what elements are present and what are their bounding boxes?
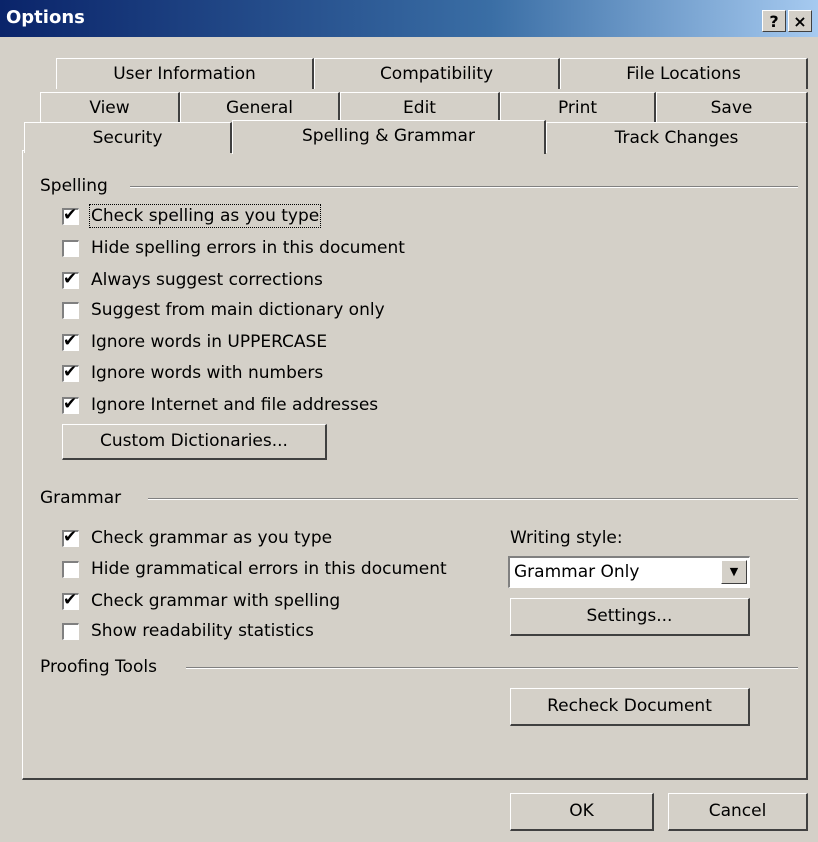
help-icon: ? bbox=[769, 12, 779, 31]
checkbox[interactable]: ✔ bbox=[62, 361, 79, 382]
tab-label: Spelling & Grammar bbox=[302, 126, 475, 146]
window-title: Options bbox=[6, 7, 85, 28]
option-label: Check spelling as you type bbox=[88, 204, 322, 228]
writing-style-label: Writing style: bbox=[510, 528, 623, 548]
checkbox[interactable] bbox=[62, 239, 79, 257]
option-label: Hide spelling errors in this document bbox=[91, 238, 405, 258]
option-label: Check grammar as you type bbox=[91, 528, 333, 548]
tab-label: Compatibility bbox=[379, 64, 494, 84]
grammar-group-label: Grammar bbox=[40, 488, 130, 508]
option-ignore-uppercase[interactable]: ✔ Ignore words in UPPERCASE bbox=[62, 330, 327, 354]
tab-label: View bbox=[89, 98, 130, 118]
check-mark-icon: ✔ bbox=[63, 393, 78, 414]
option-ignore-internet-file-addresses[interactable]: ✔ Ignore Internet and file addresses bbox=[62, 393, 378, 417]
option-label: Always suggest corrections bbox=[91, 270, 323, 290]
option-check-grammar-with-spelling[interactable]: ✔ Check grammar with spelling bbox=[62, 589, 340, 613]
button-label: Recheck Document bbox=[547, 696, 712, 716]
tab-label: Print bbox=[557, 98, 598, 118]
custom-dictionaries-button[interactable]: Custom Dictionaries... bbox=[62, 424, 327, 460]
checkbox[interactable]: ✔ bbox=[62, 268, 79, 289]
chevron-down-icon: ▼ bbox=[729, 565, 739, 578]
proofing-divider bbox=[186, 667, 798, 669]
check-mark-icon: ✔ bbox=[63, 526, 78, 547]
tab-save[interactable]: Save bbox=[656, 92, 808, 123]
checkbox[interactable]: ✔ bbox=[62, 589, 79, 610]
writing-style-value: Grammar Only bbox=[514, 562, 640, 582]
option-label: Ignore words with numbers bbox=[91, 363, 324, 383]
tab-edit[interactable]: Edit bbox=[340, 92, 500, 123]
check-mark-icon: ✔ bbox=[63, 268, 78, 289]
option-check-spelling-as-you-type[interactable]: ✔ Check spelling as you type bbox=[62, 204, 322, 228]
tab-compatibility[interactable]: Compatibility bbox=[314, 58, 560, 89]
option-always-suggest-corrections[interactable]: ✔ Always suggest corrections bbox=[62, 268, 323, 292]
checkbox[interactable]: ✔ bbox=[62, 526, 79, 547]
option-show-readability-statistics[interactable]: Show readability statistics bbox=[62, 619, 314, 643]
tab-general[interactable]: General bbox=[180, 92, 340, 123]
checkbox[interactable] bbox=[62, 622, 79, 640]
tab-label: Security bbox=[92, 128, 163, 148]
title-bar[interactable]: Options ? × bbox=[0, 0, 818, 37]
tab-label: General bbox=[226, 98, 293, 118]
option-label: Ignore Internet and file addresses bbox=[91, 395, 379, 415]
tab-label: Save bbox=[710, 98, 753, 118]
proofing-group-label: Proofing Tools bbox=[40, 657, 165, 677]
check-mark-icon: ✔ bbox=[63, 330, 78, 351]
check-mark-icon: ✔ bbox=[63, 204, 78, 225]
dropdown-button[interactable]: ▼ bbox=[721, 560, 747, 584]
option-label: Show readability statistics bbox=[91, 621, 314, 641]
tab-user-information[interactable]: User Information bbox=[56, 58, 314, 89]
option-suggest-main-dictionary-only[interactable]: Suggest from main dictionary only bbox=[62, 298, 385, 322]
button-label: Settings... bbox=[586, 606, 673, 626]
checkbox[interactable]: ✔ bbox=[62, 393, 79, 414]
check-mark-icon: ✔ bbox=[63, 589, 78, 610]
checkbox[interactable]: ✔ bbox=[62, 330, 79, 351]
tab-label: File Locations bbox=[626, 64, 741, 84]
close-icon: × bbox=[793, 12, 807, 31]
tab-label: Track Changes bbox=[614, 128, 739, 148]
tab-label: User Information bbox=[113, 64, 256, 84]
tab-label: Edit bbox=[403, 98, 436, 118]
grammar-divider bbox=[148, 498, 798, 500]
check-mark-icon: ✔ bbox=[63, 361, 78, 382]
checkbox[interactable] bbox=[62, 560, 79, 578]
help-button[interactable]: ? bbox=[762, 10, 786, 32]
tab-track-changes[interactable]: Track Changes bbox=[546, 122, 808, 153]
recheck-document-button[interactable]: Recheck Document bbox=[510, 688, 750, 726]
option-hide-spelling-errors[interactable]: Hide spelling errors in this document bbox=[62, 236, 405, 260]
tab-spelling-grammar[interactable]: Spelling & Grammar bbox=[232, 120, 546, 154]
spelling-group-label: Spelling bbox=[40, 176, 116, 196]
ok-button[interactable]: OK bbox=[510, 793, 654, 831]
option-check-grammar-as-you-type[interactable]: ✔ Check grammar as you type bbox=[62, 526, 332, 550]
option-hide-grammatical-errors[interactable]: Hide grammatical errors in this document bbox=[62, 557, 447, 581]
button-label: Custom Dictionaries... bbox=[100, 431, 288, 451]
option-label: Hide grammatical errors in this document bbox=[91, 559, 447, 579]
button-label: Cancel bbox=[708, 801, 767, 821]
close-button[interactable]: × bbox=[788, 10, 812, 32]
tab-security[interactable]: Security bbox=[24, 122, 232, 153]
writing-style-select[interactable]: Grammar Only ▼ bbox=[508, 556, 750, 588]
checkbox[interactable]: ✔ bbox=[62, 204, 79, 225]
checkbox[interactable] bbox=[62, 301, 79, 319]
settings-button[interactable]: Settings... bbox=[510, 598, 750, 636]
option-label: Ignore words in UPPERCASE bbox=[91, 332, 328, 352]
tab-file-locations[interactable]: File Locations bbox=[560, 58, 808, 89]
tab-view[interactable]: View bbox=[40, 92, 180, 123]
cancel-button[interactable]: Cancel bbox=[668, 793, 808, 831]
spelling-divider bbox=[130, 186, 798, 188]
option-label: Check grammar with spelling bbox=[91, 591, 341, 611]
button-label: OK bbox=[569, 801, 594, 821]
option-ignore-words-with-numbers[interactable]: ✔ Ignore words with numbers bbox=[62, 361, 323, 385]
tab-print[interactable]: Print bbox=[500, 92, 656, 123]
option-label: Suggest from main dictionary only bbox=[91, 300, 385, 320]
